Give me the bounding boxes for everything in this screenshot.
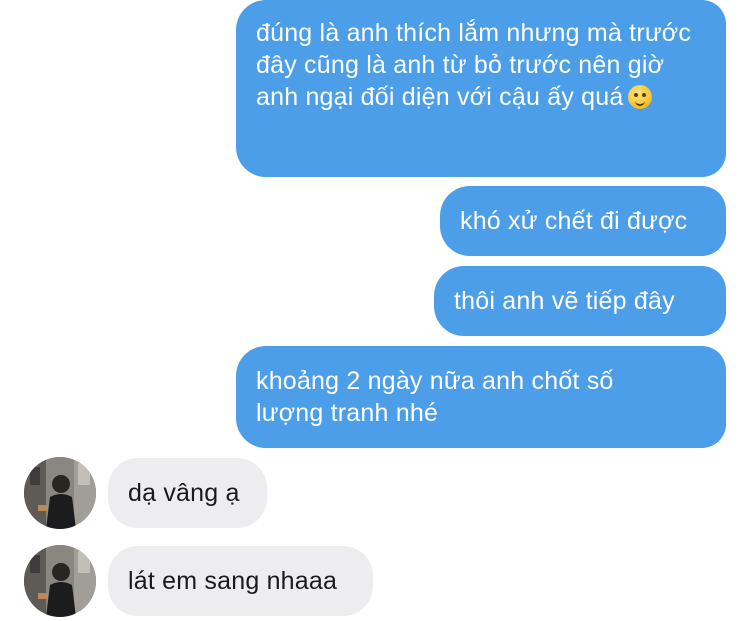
avatar-photo bbox=[24, 545, 96, 617]
message-bubble-incoming[interactable]: dạ vâng ạ bbox=[108, 458, 267, 528]
message-text: khoảng 2 ngày nữa anh chốt số lượng tran… bbox=[256, 367, 614, 427]
message-text: lát em sang nhaaa bbox=[128, 567, 338, 595]
message-text: thôi anh vẽ tiếp đây bbox=[454, 287, 675, 315]
message-text: đúng là anh thích lắm nhưng mà trước đây… bbox=[256, 19, 692, 111]
message-bubble-incoming[interactable]: lát em sang nhaaa bbox=[108, 546, 373, 616]
message-bubble-outgoing[interactable]: thôi anh vẽ tiếp đây bbox=[434, 266, 726, 336]
message-bubble-outgoing[interactable]: khó xử chết đi được bbox=[440, 186, 726, 256]
message-bubble-outgoing[interactable]: khoảng 2 ngày nữa anh chốt số lượng tran… bbox=[236, 346, 726, 448]
contact-avatar[interactable] bbox=[24, 545, 96, 617]
message-text: khó xử chết đi được bbox=[460, 207, 688, 235]
avatar-photo bbox=[24, 457, 96, 529]
melting-face-emoji-icon bbox=[627, 85, 652, 109]
contact-avatar[interactable] bbox=[24, 457, 96, 529]
message-bubble-outgoing[interactable]: đúng là anh thích lắm nhưng mà trước đây… bbox=[236, 0, 726, 177]
message-text: dạ vâng ạ bbox=[128, 479, 240, 507]
